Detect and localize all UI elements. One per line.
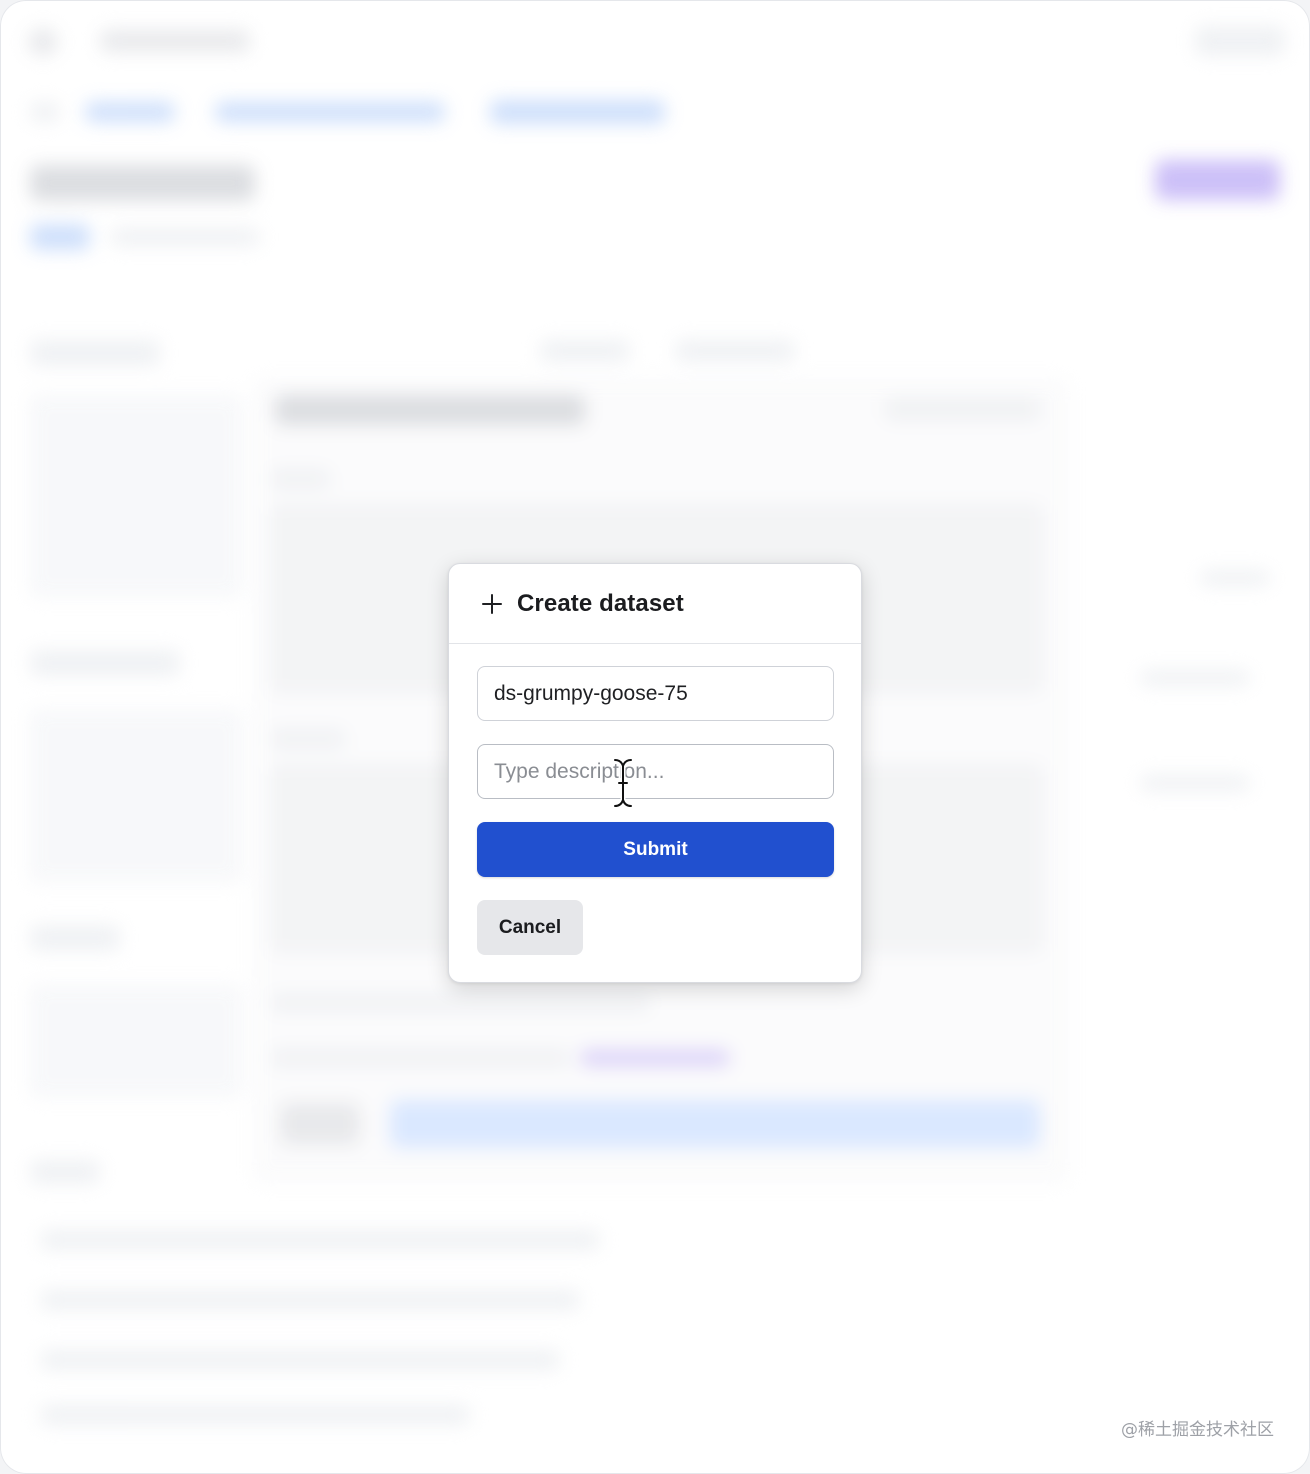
account-placeholder: [1195, 26, 1285, 56]
tag-placeholder: [30, 224, 90, 250]
tab-placeholder-1: [540, 340, 630, 362]
submit-button[interactable]: Submit: [477, 822, 834, 877]
bottom-row-4: [40, 1405, 470, 1425]
dialog-title: Create dataset: [517, 589, 684, 617]
app-name-placeholder: [100, 30, 250, 52]
breadcrumb-link-3: [490, 100, 665, 124]
logo-icon: [28, 28, 58, 56]
panel-action-placeholder: [885, 398, 1040, 420]
helper-text-placeholder: [270, 995, 650, 1011]
primary-button-placeholder: [390, 1100, 1040, 1148]
sidebar-card-1: [30, 395, 242, 597]
primary-action-placeholder: [1155, 160, 1280, 200]
page-title-placeholder: [30, 165, 255, 201]
breadcrumb-link-2: [215, 102, 445, 122]
sidebar-heading-1: [30, 340, 160, 366]
dataset-name-input[interactable]: [477, 666, 834, 721]
field-label-1: [270, 470, 330, 488]
sidebar-heading-2: [30, 650, 180, 676]
secondary-button-placeholder: [280, 1103, 360, 1145]
breadcrumb-home: [30, 102, 60, 122]
right-meta-2: [1140, 670, 1250, 686]
right-meta-3: [1140, 775, 1250, 791]
cancel-button[interactable]: Cancel: [477, 900, 583, 955]
bottom-row-3: [40, 1350, 560, 1370]
bottom-row-1: [40, 1230, 600, 1250]
link-placeholder: [580, 1050, 730, 1066]
sidebar-card-3: [30, 985, 242, 1097]
bottom-row-2: [40, 1290, 580, 1310]
create-dataset-dialog: Create dataset Submit Cancel: [448, 563, 862, 983]
sidebar-heading-3: [30, 925, 120, 951]
panel-title-placeholder: [275, 395, 585, 425]
text-cursor-icon: [612, 757, 634, 809]
helper-text-placeholder-2: [270, 1050, 570, 1066]
tab-placeholder-2: [675, 340, 795, 362]
sidebar-card-2: [30, 710, 242, 882]
description-input[interactable]: [477, 744, 834, 799]
dialog-header: Create dataset: [449, 564, 861, 644]
plus-icon: [481, 593, 503, 615]
subtitle-placeholder: [110, 228, 260, 246]
field-label-2: [270, 730, 345, 748]
right-meta-1: [1200, 570, 1270, 586]
watermark: @稀土掘金技术社区: [1121, 1420, 1274, 1440]
app-window: Create dataset Submit Cancel @稀土掘金技术社区: [0, 0, 1310, 1474]
sidebar-heading-4: [30, 1160, 100, 1184]
breadcrumb-link-1: [85, 102, 175, 122]
